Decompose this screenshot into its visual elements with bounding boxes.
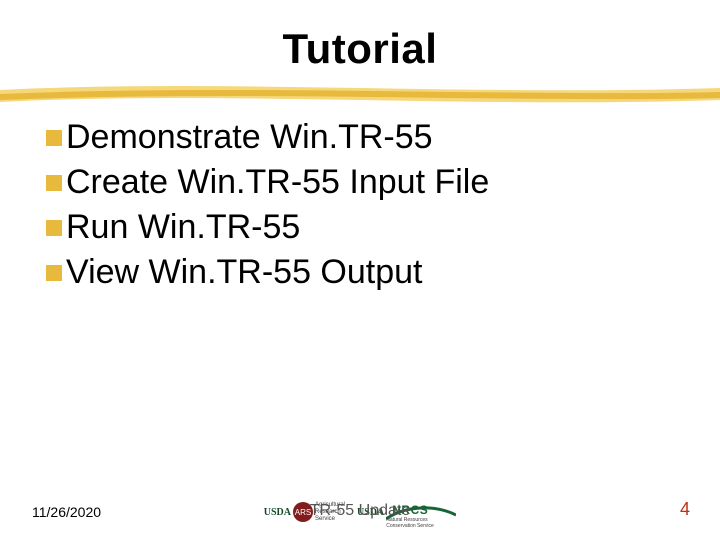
bullet-text: Run Win.TR-55 [66, 208, 300, 247]
usda-text: USDA [264, 507, 291, 518]
bullet-square-icon [42, 261, 66, 285]
bullet-list: Demonstrate Win.TR-55 Create Win.TR-55 I… [42, 116, 690, 298]
bullet-square-icon [42, 171, 66, 195]
footer-center-text: TR-55 Update [310, 502, 411, 520]
bullet-text: Demonstrate Win.TR-55 [66, 118, 433, 157]
bullet-text: View Win.TR-55 Output [66, 253, 423, 292]
list-item: Demonstrate Win.TR-55 [42, 118, 690, 157]
title-underline-swoosh [0, 82, 720, 104]
footer-date: 11/26/2020 [32, 504, 101, 520]
bullet-text: Create Win.TR-55 Input File [66, 163, 489, 202]
list-item: View Win.TR-55 Output [42, 253, 690, 292]
footer: 11/26/2020 USDA ARS Agricultural Researc… [0, 486, 720, 526]
slide: Tutorial Demonstrate Win.TR-55 Create Wi… [0, 0, 720, 540]
list-item: Run Win.TR-55 [42, 208, 690, 247]
bullet-square-icon [42, 126, 66, 150]
slide-title: Tutorial [0, 25, 720, 73]
list-item: Create Win.TR-55 Input File [42, 163, 690, 202]
footer-page-number: 4 [680, 499, 690, 520]
bullet-square-icon [42, 216, 66, 240]
